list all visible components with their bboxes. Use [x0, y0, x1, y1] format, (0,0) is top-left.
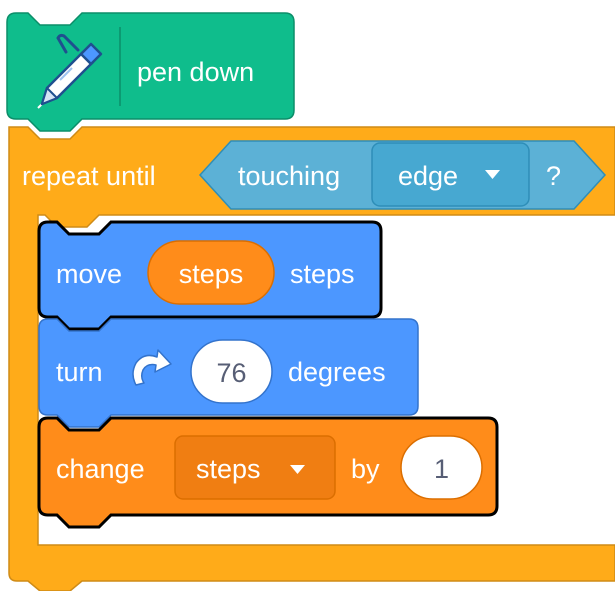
pen-down-block[interactable]: pen down — [6, 12, 295, 132]
move-steps-suffix: steps — [290, 259, 355, 289]
steps-dropdown-value: steps — [196, 454, 261, 484]
by-label: by — [351, 454, 380, 484]
edge-dropdown[interactable]: edge — [371, 142, 530, 207]
steps-variable-reporter[interactable]: steps — [147, 240, 275, 305]
pen-down-label: pen down — [137, 57, 254, 87]
change-amount-input[interactable]: 1 — [400, 435, 483, 500]
degrees-label: degrees — [288, 357, 386, 387]
change-variable-block[interactable]: change steps by 1 — [37, 416, 499, 529]
steps-variable-dropdown[interactable]: steps — [174, 435, 336, 500]
turn-degrees-value: 76 — [216, 358, 246, 388]
change-amount-value: 1 — [434, 454, 449, 484]
change-label: change — [56, 454, 145, 484]
edge-dropdown-value: edge — [398, 161, 458, 191]
move-steps-block[interactable]: move steps steps — [37, 220, 383, 331]
touching-label: touching — [238, 161, 340, 191]
move-label: move — [56, 259, 122, 289]
question-mark-label: ? — [546, 161, 561, 191]
touching-edge-condition[interactable]: touching edge ? — [198, 140, 607, 210]
turn-degrees-input[interactable]: 76 — [190, 339, 273, 404]
repeat-until-label: repeat until — [22, 161, 156, 191]
turn-degrees-block[interactable]: turn 76 degrees — [38, 318, 419, 428]
steps-reporter-label: steps — [179, 259, 244, 289]
turn-label: turn — [56, 357, 103, 387]
